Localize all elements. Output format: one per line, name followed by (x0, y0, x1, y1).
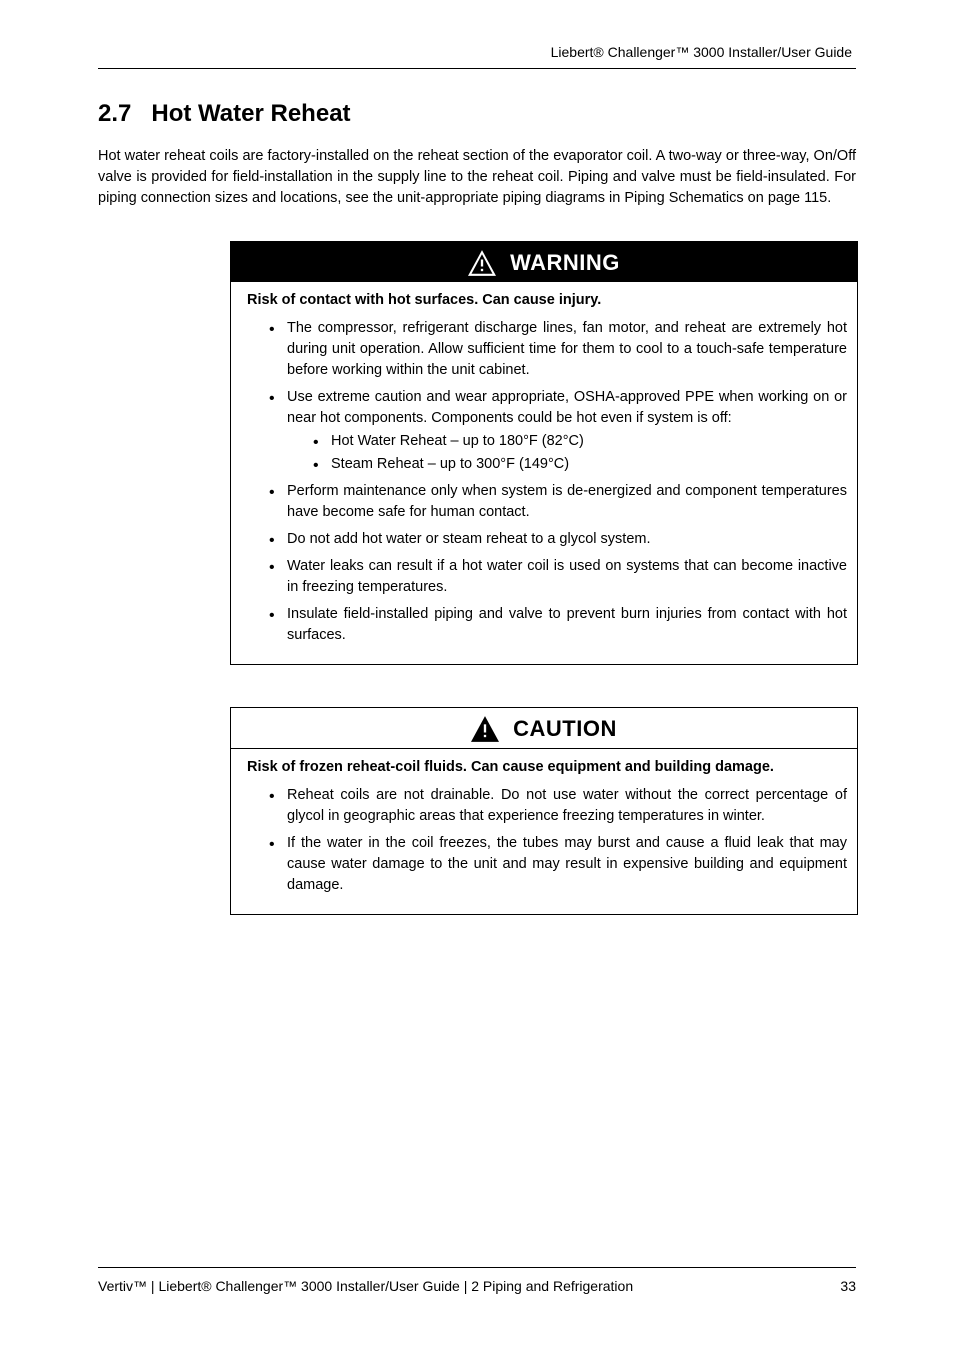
caution-box: CAUTION Risk of frozen reheat-coil fluid… (230, 707, 858, 915)
warning-item: Insulate field-installed piping and valv… (269, 604, 847, 646)
section-heading: 2.7 Hot Water Reheat (98, 100, 856, 128)
header-product: Liebert® Challenger™ 3000 (551, 44, 725, 60)
warning-item: Water leaks can result if a hot water co… (269, 556, 847, 598)
warning-item: Use extreme caution and wear appropriate… (269, 387, 847, 475)
warning-header: WARNING (231, 242, 857, 282)
section-number: 2.7 (98, 100, 131, 127)
warning-sublist: Hot Water Reheat – up to 180°F (82°C)Ste… (287, 431, 847, 475)
caution-list: Reheat coils are not drainable. Do not u… (241, 785, 847, 896)
header-subtitle: Installer/User Guide (728, 44, 852, 60)
caution-header: CAUTION (231, 708, 857, 749)
content-area: 2.7 Hot Water Reheat Hot water reheat co… (98, 100, 856, 957)
footer-rule (98, 1267, 856, 1268)
footer-section: 2 Piping and Refrigeration (471, 1278, 633, 1294)
header-rule (98, 68, 856, 69)
warning-label: WARNING (510, 250, 620, 276)
page-footer: Vertiv™ | Liebert® Challenger™ 3000 Inst… (98, 1278, 856, 1294)
warning-icon (468, 250, 496, 276)
page-header: Liebert® Challenger™ 3000 Installer/User… (551, 44, 852, 60)
warning-item: Do not add hot water or steam reheat to … (269, 529, 847, 550)
footer-page: 33 (840, 1278, 856, 1294)
caution-icon (471, 716, 499, 742)
caution-label: CAUTION (513, 716, 617, 742)
footer-product: Liebert® Challenger™ 3000 (158, 1278, 332, 1294)
intro-paragraph: Hot water reheat coils are factory-insta… (98, 146, 856, 209)
warning-sub-item: Steam Reheat – up to 300°F (149°C) (313, 454, 847, 475)
footer-left: Vertiv™ | Liebert® Challenger™ 3000 Inst… (98, 1278, 633, 1294)
caution-subheading: Risk of frozen reheat-coil fluids. Can c… (231, 749, 857, 775)
caution-item: If the water in the coil freezes, the tu… (269, 833, 847, 896)
warning-sub-item: Hot Water Reheat – up to 180°F (82°C) (313, 431, 847, 452)
caution-body: Reheat coils are not drainable. Do not u… (231, 775, 857, 914)
warning-body: The compressor, refrigerant discharge li… (231, 308, 857, 664)
footer-subtitle: Installer/User Guide (336, 1278, 460, 1294)
caution-item: Reheat coils are not drainable. Do not u… (269, 785, 847, 827)
warning-list: The compressor, refrigerant discharge li… (241, 318, 847, 646)
warning-item: The compressor, refrigerant discharge li… (269, 318, 847, 381)
warning-subheading: Risk of contact with hot surfaces. Can c… (231, 282, 857, 308)
section-title: Hot Water Reheat (151, 100, 350, 127)
warning-item: Perform maintenance only when system is … (269, 481, 847, 523)
warning-box: WARNING Risk of contact with hot surface… (230, 241, 858, 665)
footer-company: Vertiv™ (98, 1278, 147, 1294)
